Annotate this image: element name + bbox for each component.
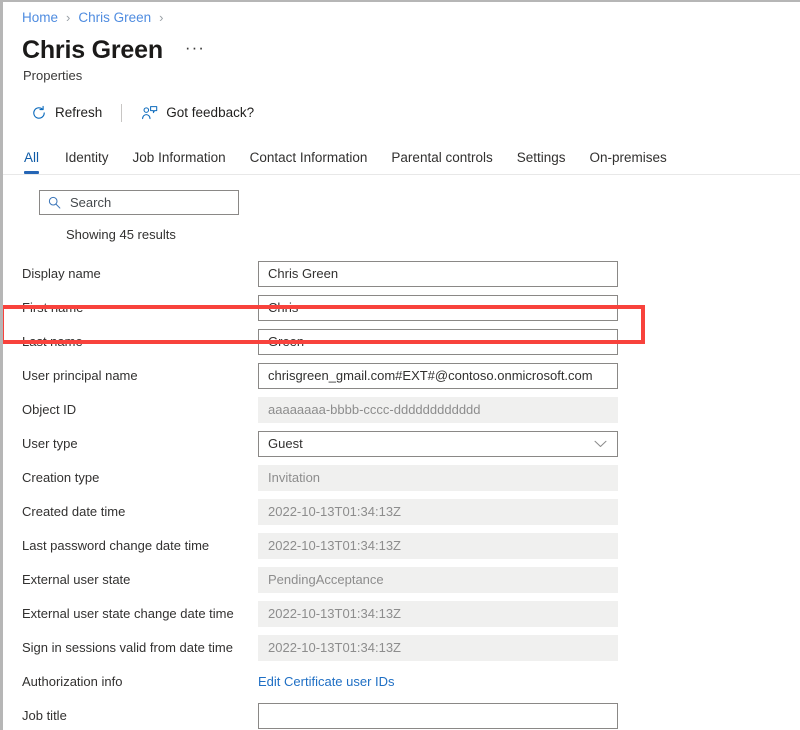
created-date-time-value: 2022-10-13T01:34:13Z <box>258 498 618 525</box>
chevron-right-icon: › <box>66 9 71 25</box>
command-bar-divider <box>121 103 123 122</box>
got-feedback-button[interactable]: Got feedback? <box>135 98 260 128</box>
object-id-value: aaaaaaaa-bbbb-cccc-dddddddddddd <box>258 396 618 423</box>
feedback-person-icon <box>141 104 158 121</box>
property-label: Created date time <box>22 504 126 519</box>
chevron-down-icon <box>594 440 607 448</box>
refresh-button[interactable]: Refresh <box>24 98 108 128</box>
property-label: Authorization info <box>22 674 123 689</box>
more-options-button[interactable]: ··· <box>185 39 205 62</box>
property-label: Job title <box>22 708 67 723</box>
property-label: User principal name <box>22 368 138 383</box>
page-title: Chris Green <box>22 36 163 64</box>
chevron-right-icon: › <box>159 9 164 25</box>
property-row-object-id: Object ID aaaaaaaa-bbbb-cccc-ddddddddddd… <box>3 393 800 427</box>
property-row-display-name: Display name Chris Green <box>3 257 800 291</box>
property-label: Last password change date time <box>22 538 210 553</box>
first-name-field[interactable]: Chris <box>258 294 618 321</box>
refresh-icon <box>30 104 47 121</box>
property-row-sign-in-sessions-valid-from-date-time: Sign in sessions valid from date time 20… <box>3 631 800 665</box>
user-type-selected-value: Guest <box>268 436 303 451</box>
property-label: Sign in sessions valid from date time <box>22 640 233 655</box>
property-label: Display name <box>22 266 101 281</box>
creation-type-value: Invitation <box>258 464 618 491</box>
property-row-job-title: Job title <box>3 699 800 730</box>
user-principal-name-field[interactable]: chrisgreen_gmail.com#EXT#@contoso.onmicr… <box>258 362 618 389</box>
command-bar: Refresh Got feedback? <box>3 97 800 129</box>
property-row-authorization-info: Authorization info Edit Certificate user… <box>3 665 800 699</box>
tab-parental-controls[interactable]: Parental controls <box>379 150 504 174</box>
breadcrumb: Home › Chris Green › <box>3 2 800 32</box>
tab-job-information[interactable]: Job Information <box>121 150 238 174</box>
property-label: Object ID <box>22 402 77 417</box>
property-row-user-type: User type Guest <box>3 427 800 461</box>
property-row-first-name: First name Chris <box>3 291 800 325</box>
search-area: Search Showing 45 results <box>3 189 800 242</box>
title-row: Chris Green ··· <box>3 36 800 65</box>
property-row-external-user-state: External user state PendingAcceptance <box>3 563 800 597</box>
property-label: First name <box>22 300 84 315</box>
user-type-select[interactable]: Guest <box>258 430 618 457</box>
tab-settings[interactable]: Settings <box>505 150 578 174</box>
tab-contact-information[interactable]: Contact Information <box>238 150 380 174</box>
page-subtitle: Properties <box>23 67 83 83</box>
got-feedback-label: Got feedback? <box>166 105 255 120</box>
breadcrumb-item-home[interactable]: Home <box>22 10 58 25</box>
external-user-state-value: PendingAcceptance <box>258 566 618 593</box>
tab-bar: All Identity Job Information Contact Inf… <box>3 141 800 175</box>
property-list: Display name Chris Green First name Chri… <box>3 257 800 730</box>
tab-on-premises[interactable]: On-premises <box>578 150 679 174</box>
last-password-change-date-time-value: 2022-10-13T01:34:13Z <box>258 532 618 559</box>
tab-all[interactable]: All <box>22 150 53 174</box>
property-row-created-date-time: Created date time 2022-10-13T01:34:13Z <box>3 495 800 529</box>
property-row-external-user-state-change-date-time: External user state change date time 202… <box>3 597 800 631</box>
properties-page: Home › Chris Green › Chris Green ··· Pro… <box>0 0 800 730</box>
search-placeholder: Search <box>70 194 112 210</box>
last-name-field[interactable]: Green <box>258 328 618 355</box>
property-row-user-principal-name: User principal name chrisgreen_gmail.com… <box>3 359 800 393</box>
authorization-info-value: Edit Certificate user IDs <box>258 669 618 695</box>
search-icon <box>48 196 61 209</box>
tab-identity[interactable]: Identity <box>53 150 121 174</box>
search-input[interactable]: Search <box>39 189 239 215</box>
external-user-state-change-date-time-value: 2022-10-13T01:34:13Z <box>258 600 618 627</box>
property-label: External user state <box>22 572 131 587</box>
results-count: Showing 45 results <box>66 226 176 242</box>
property-label: Last name <box>22 334 83 349</box>
job-title-field[interactable] <box>258 702 618 729</box>
sign-in-sessions-valid-from-date-time-value: 2022-10-13T01:34:13Z <box>258 634 618 661</box>
property-row-creation-type: Creation type Invitation <box>3 461 800 495</box>
display-name-field[interactable]: Chris Green <box>258 260 618 287</box>
property-label: External user state change date time <box>22 606 234 621</box>
property-label: Creation type <box>22 470 100 485</box>
property-row-last-name: Last name Green <box>3 325 800 359</box>
breadcrumb-item-chris-green[interactable]: Chris Green <box>78 10 151 25</box>
edit-certificate-user-ids-link[interactable]: Edit Certificate user IDs <box>258 674 395 689</box>
property-row-last-password-change-date-time: Last password change date time 2022-10-1… <box>3 529 800 563</box>
refresh-label: Refresh <box>55 105 103 120</box>
property-label: User type <box>22 436 78 451</box>
